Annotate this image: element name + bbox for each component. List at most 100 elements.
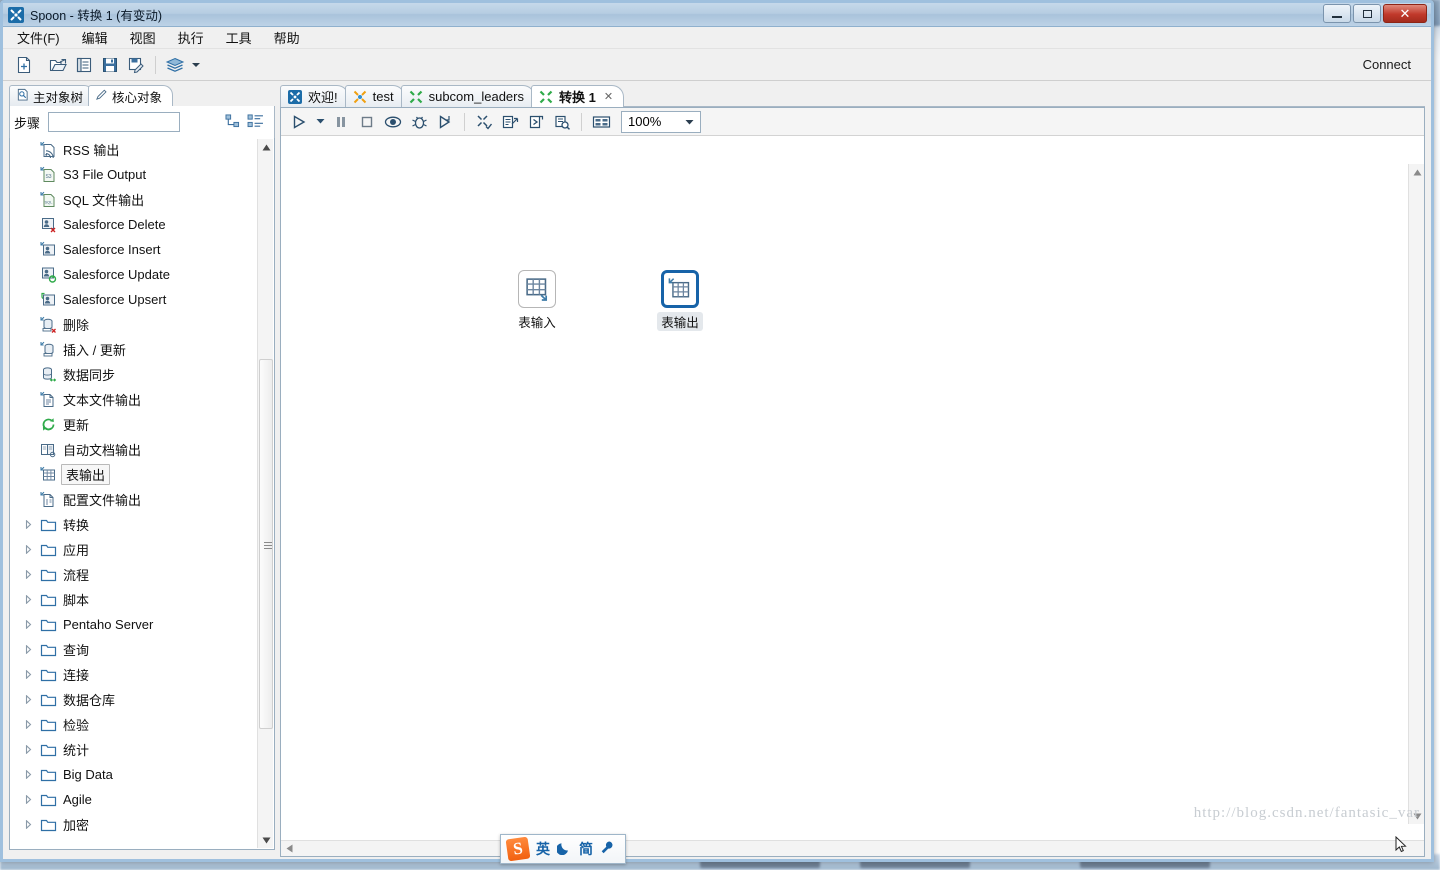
collapse-tree-icon[interactable]: [247, 113, 264, 131]
tree-folder-item[interactable]: Big Data: [10, 762, 256, 787]
search-input[interactable]: [48, 112, 181, 132]
expand-arrow-icon[interactable]: [22, 545, 34, 554]
scroll-up-arrow-icon[interactable]: [1409, 164, 1424, 180]
tree-step-item[interactable]: 配置文件输出: [10, 487, 256, 512]
menu-edit[interactable]: 编辑: [80, 27, 110, 48]
pause-icon[interactable]: [329, 110, 353, 134]
expand-arrow-icon[interactable]: [22, 645, 34, 654]
tree-step-item[interactable]: 删除: [10, 312, 256, 337]
tree-step-item[interactable]: Salesforce Insert: [10, 237, 256, 262]
tree-folder-item[interactable]: 流程: [10, 562, 256, 587]
tab-core-objects[interactable]: 核心对象: [88, 85, 174, 106]
tree-folder-item[interactable]: 脚本: [10, 587, 256, 612]
menu-run[interactable]: 执行: [176, 27, 206, 48]
sql-icon[interactable]: [524, 110, 548, 134]
expand-arrow-icon[interactable]: [22, 695, 34, 704]
scroll-down-arrow-icon[interactable]: [258, 832, 274, 848]
scroll-left-arrow-icon[interactable]: [281, 841, 297, 857]
tree-step-item[interactable]: 文本文件输出: [10, 387, 256, 412]
expand-arrow-icon[interactable]: [22, 520, 34, 529]
expand-arrow-icon[interactable]: [22, 720, 34, 729]
expand-arrow-icon[interactable]: [22, 595, 34, 604]
tree-folder-item[interactable]: 转换: [10, 512, 256, 537]
run-icon[interactable]: [287, 110, 311, 134]
tree-folder-item[interactable]: 应用: [10, 537, 256, 562]
chevron-down-icon[interactable]: [188, 52, 204, 78]
tree-step-item[interactable]: 数据同步: [10, 362, 256, 387]
chevron-down-icon[interactable]: [313, 110, 327, 134]
ime-toolbar[interactable]: S 英 简: [500, 834, 626, 864]
wrench-icon[interactable]: [600, 840, 615, 858]
tree-step-item[interactable]: 自动文档输出: [10, 437, 256, 462]
tree-step-item[interactable]: S3 S3 File Output: [10, 162, 256, 187]
tree-step-item[interactable]: RSS 输出: [10, 138, 256, 162]
tree-folder-item[interactable]: 检验: [10, 712, 256, 737]
expand-arrow-icon[interactable]: [22, 820, 34, 829]
stop-icon[interactable]: [355, 110, 379, 134]
layers-icon[interactable]: [162, 52, 188, 78]
preview-icon[interactable]: [381, 110, 405, 134]
ime-language-toggle[interactable]: 英: [536, 839, 550, 859]
tab-main-object-tree[interactable]: 主对象树: [9, 85, 95, 106]
expand-arrow-icon[interactable]: [22, 745, 34, 754]
menu-help[interactable]: 帮助: [272, 27, 302, 48]
canvas-step[interactable]: 表输出: [645, 270, 715, 331]
debug-icon[interactable]: [407, 110, 431, 134]
expand-arrow-icon[interactable]: [22, 570, 34, 579]
open-folder-icon[interactable]: [45, 52, 71, 78]
editor-tab[interactable]: 转换 1 ✕: [530, 85, 625, 107]
expand-arrow-icon[interactable]: [22, 670, 34, 679]
menu-tools[interactable]: 工具: [224, 27, 254, 48]
editor-tab[interactable]: 欢迎!: [280, 85, 349, 107]
explore-db-icon[interactable]: [550, 110, 574, 134]
menu-view[interactable]: 视图: [128, 27, 158, 48]
tree-step-item[interactable]: Salesforce Delete: [10, 212, 256, 237]
canvas-step[interactable]: 表输入: [502, 270, 572, 331]
transformation-canvas[interactable]: http://blog.csdn.net/fantasic_var 表输入 表输出: [281, 136, 1424, 840]
menu-file[interactable]: 文件(F): [15, 27, 62, 48]
save-as-icon[interactable]: [123, 52, 149, 78]
expand-arrow-icon[interactable]: [22, 770, 34, 779]
tree-folder-item[interactable]: 连接: [10, 662, 256, 687]
replay-icon[interactable]: [433, 110, 457, 134]
tree-step-item[interactable]: Salesforce Upsert: [10, 287, 256, 312]
tree-step-item[interactable]: 表输出: [10, 462, 256, 487]
scroll-up-arrow-icon[interactable]: [258, 139, 274, 155]
tree-folder-item[interactable]: Agile: [10, 787, 256, 812]
ime-simplified-toggle[interactable]: 简: [579, 839, 593, 859]
save-icon[interactable]: [97, 52, 123, 78]
canvas-vertical-scrollbar[interactable]: [1408, 164, 1424, 824]
editor-tab-label: test: [372, 89, 394, 104]
new-file-icon[interactable]: [11, 52, 37, 78]
editor-tab[interactable]: test: [344, 85, 405, 107]
grid-icon[interactable]: [589, 110, 613, 134]
scrollbar-thumb[interactable]: [259, 359, 273, 729]
maximize-button[interactable]: [1353, 4, 1381, 23]
tree-step-item[interactable]: Salesforce Update: [10, 262, 256, 287]
tree-step-item[interactable]: 更新: [10, 412, 256, 437]
tree-scrollbar[interactable]: [257, 139, 273, 848]
connect-button[interactable]: Connect: [1363, 57, 1411, 72]
tree-folder-item[interactable]: 统计: [10, 737, 256, 762]
close-tab-icon[interactable]: ✕: [604, 90, 613, 103]
verify-icon[interactable]: [472, 110, 496, 134]
minimize-button[interactable]: [1323, 4, 1351, 23]
tree-folder-item[interactable]: 数据仓库: [10, 687, 256, 712]
tree-step-item[interactable]: 插入 / 更新: [10, 337, 256, 362]
close-button[interactable]: ✕: [1383, 4, 1427, 23]
impact-icon[interactable]: [498, 110, 522, 134]
explorer-icon[interactable]: [71, 52, 97, 78]
tree-item-label: 数据仓库: [63, 693, 116, 708]
canvas-horizontal-scrollbar[interactable]: [281, 840, 1424, 856]
expand-tree-icon[interactable]: [225, 113, 240, 131]
tree-folder-item[interactable]: 查询: [10, 637, 256, 662]
moon-icon[interactable]: [556, 840, 572, 858]
editor-tab[interactable]: subcom_leaders: [400, 85, 535, 107]
zoom-level-select[interactable]: 100%: [621, 110, 701, 133]
expand-arrow-icon[interactable]: [22, 795, 34, 804]
salesforce-update-icon: [40, 266, 57, 283]
tree-folder-item[interactable]: Pentaho Server: [10, 612, 256, 637]
expand-arrow-icon[interactable]: [22, 620, 34, 629]
tree-folder-item[interactable]: 加密: [10, 812, 256, 837]
tree-step-item[interactable]: SQL SQL 文件输出: [10, 187, 256, 212]
